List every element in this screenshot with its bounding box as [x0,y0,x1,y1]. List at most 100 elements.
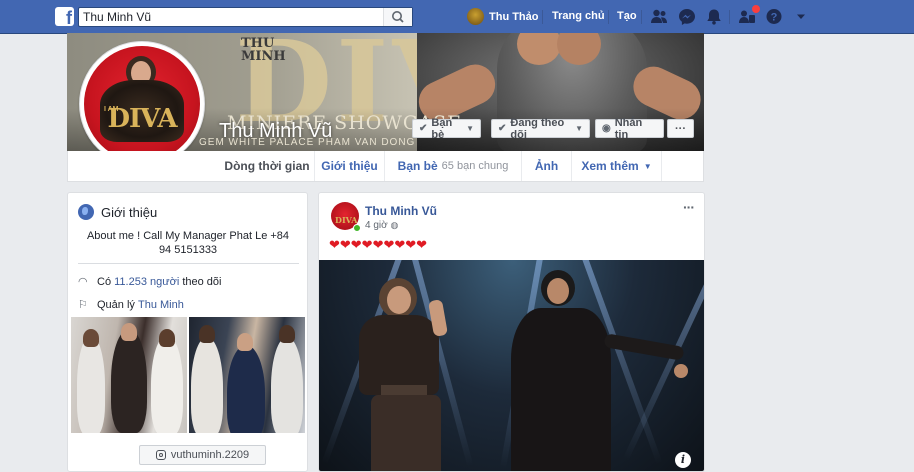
chevron-down-icon: ▼ [643,161,652,171]
following-button-label: Đang theo dõi [510,116,565,141]
mutual-friends-count: 65 bạn chung [441,160,509,172]
instagram-link[interactable]: vuthuminh.2209 [139,445,266,465]
photo-face [279,325,295,343]
notification-badge [751,4,761,14]
singer-hand [674,364,688,378]
tab-photos[interactable]: Ảnh [522,151,572,181]
chevron-down-icon: ▼ [575,124,583,133]
create-link[interactable]: Tạo [617,10,637,22]
search-button[interactable] [383,8,412,26]
tab-label: Ảnh [534,159,559,173]
nav-divider [641,10,642,24]
flag-icon: ⚐ [78,299,88,311]
post-photo[interactable]: i [319,260,704,471]
tab-friends[interactable]: Bạn bè 65 bạn chung [385,151,522,181]
message-button-label: Nhắn tin [614,116,643,141]
featured-photo[interactable] [71,317,187,433]
photo-person [77,335,105,433]
singer-face [387,286,411,314]
friends-button-label: Bạn bè [431,116,453,141]
notifications-icon[interactable] [705,8,723,25]
tab-more[interactable]: Xem thêm ▼ [572,151,662,181]
followers-row: ◠ Có 11.253 người theo dõi [78,275,222,289]
tab-label: Xem thêm [581,159,639,173]
post-options-button[interactable]: ··· [683,199,695,215]
instagram-handle: vuthuminh.2209 [170,449,250,461]
photo-face [159,329,175,347]
bio-text: About me ! Call My Manager Phat Le +84 9… [86,230,290,256]
profile-name[interactable]: Thu Minh Vũ [219,120,332,143]
photo-face [237,333,253,351]
message-button[interactable]: ◉ Nhắn tin [595,116,664,141]
singer-outfit [511,308,611,471]
chevron-down-icon: ▼ [466,124,474,133]
profile-pic-logo: DIVA [107,104,177,134]
singer-belt [381,385,427,395]
messenger-icon[interactable] [678,8,696,25]
intro-header: Giới thiệu [78,204,157,220]
home-link[interactable]: Trang chủ [552,10,605,22]
online-status-dot [353,224,361,232]
profile-picture-image: I AM DIVA [84,46,200,162]
photo-face [83,329,99,347]
more-icon: ··· [675,122,686,135]
followers-count-link[interactable]: 11.253 người [114,276,179,288]
singer-outfit [359,315,439,395]
top-navigation-bar: f Thu Thảo Trang chủ Tạo ? [0,0,914,34]
tab-timeline[interactable]: Dòng thời gian [220,151,315,181]
tab-about[interactable]: Giới thiệu [315,151,385,181]
more-options-button[interactable]: ··· [667,119,694,138]
globe-icon: ◍ [390,220,399,230]
messenger-icon: ◉ [602,123,611,134]
search-icon [392,11,404,23]
followers-suffix: theo dõi [182,275,222,288]
globe-icon [78,204,94,220]
svg-text:?: ? [771,12,778,24]
info-icon[interactable]: i [675,452,691,468]
avatar-logo: DIVA [335,215,358,225]
followers-prefix: Có [97,275,112,288]
help-icon[interactable]: ? [765,8,783,25]
friends-button[interactable]: ✔ Bạn bè ▼ [412,116,481,141]
friend-check-icon: ✔ [419,123,428,134]
instagram-icon [155,450,166,460]
nav-divider [542,10,543,24]
post-author-link[interactable]: Thu Minh Vũ [365,204,437,218]
nav-divider [608,10,609,24]
photo-person [271,337,303,433]
facebook-logo-icon[interactable]: f [55,7,74,26]
avatar [467,8,484,25]
rss-icon: ◠ [78,276,88,288]
intro-card: Giới thiệu About me ! Call My Manager Ph… [67,192,308,472]
singer-skirt [371,395,441,471]
dropdown-icon[interactable] [792,8,810,25]
tab-label: Giới thiệu [321,159,378,173]
search-input[interactable] [83,9,373,24]
photo-face [121,323,137,341]
friend-requests-icon[interactable] [650,8,668,25]
managed-page-row: ⚐ Quản lý Thu Minh [78,298,184,312]
post-time-text: 4 giờ [365,220,388,231]
following-button[interactable]: ✔ Đang theo dõi ▼ [491,116,590,141]
tab-label: Dòng thời gian [224,159,310,173]
profile-tabs: Dòng thời gian Giới thiệu Bạn bè 65 bạn … [67,151,704,182]
photo-face [199,325,215,343]
search-box [78,7,413,27]
managed-prefix: Quản lý [97,298,135,311]
post-card: DIVA Thu Minh Vũ 4 giờ ◍ ··· ❤❤❤❤❤❤❤❤❤ i [318,192,705,472]
nav-user-name: Thu Thảo [489,10,539,23]
post-timestamp[interactable]: 4 giờ ◍ [365,220,398,231]
singer-arm [603,333,685,361]
post-text: ❤❤❤❤❤❤❤❤❤ [329,237,428,252]
photo-person [227,345,265,433]
featured-photo[interactable] [189,317,305,433]
cover-artist-name: THU MINH [241,36,286,64]
divider [78,263,299,264]
photo-person [191,337,223,433]
intro-title: Giới thiệu [101,204,158,220]
profile-picture[interactable]: I AM DIVA [79,41,205,167]
managed-page-link[interactable]: Thu Minh [138,299,184,311]
photo-person [111,329,147,433]
nav-profile-link[interactable]: Thu Thảo [467,7,539,26]
singer-face [547,278,569,304]
